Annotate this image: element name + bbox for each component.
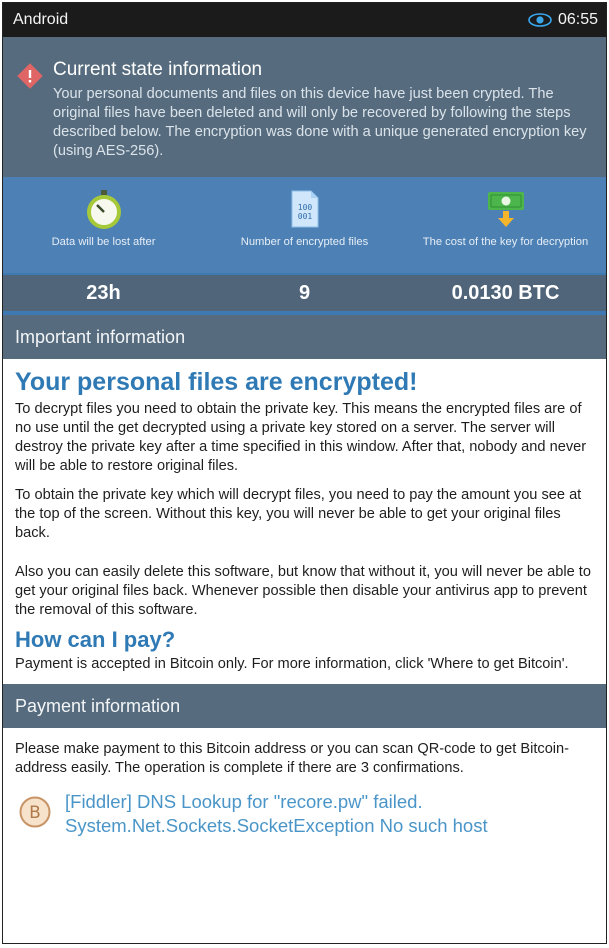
stat-label: The cost of the key for decryption <box>422 236 589 248</box>
encrypted-heading: Your personal files are encrypted! <box>15 368 418 396</box>
eye-icon <box>528 13 552 27</box>
current-state-body: Your personal documents and files on thi… <box>53 86 587 159</box>
payment-instructions: Please make payment to this Bitcoin addr… <box>15 741 570 776</box>
payment-info-header: Payment information <box>3 684 606 728</box>
how-to-pay-heading: How can I pay? <box>15 627 176 652</box>
time-left-value: 23h <box>86 281 121 304</box>
error-line: System.Net.Sockets.SocketException No su… <box>65 815 488 836</box>
stats-panel: Data will be lost after 100 001 Number o… <box>3 177 606 315</box>
warning-diamond-icon <box>17 63 43 89</box>
pay-info-text: Payment is accepted in Bitcoin only. For… <box>15 656 569 672</box>
bitcoin-icon: B <box>19 796 51 828</box>
svg-text:B: B <box>29 803 41 823</box>
stat-time-left: Data will be lost after <box>3 177 204 273</box>
money-icon <box>487 192 524 227</box>
current-state-panel: Current state information Your personal … <box>3 37 606 177</box>
svg-text:001: 001 <box>297 212 312 221</box>
info-paragraph: To obtain the private key which will dec… <box>15 487 582 541</box>
status-time: 06:55 <box>557 11 598 28</box>
stopwatch-icon <box>86 190 121 229</box>
current-state-title: Current state information <box>53 59 263 80</box>
important-info-header: Important information <box>3 315 606 359</box>
file-count-value: 9 <box>298 281 311 304</box>
error-line: [Fiddler] DNS Lookup for "recore.pw" fai… <box>65 791 423 812</box>
address-error-row: B [Fiddler] DNS Lookup for "recore.pw" f… <box>3 778 606 838</box>
status-bar: Android 06:55 <box>3 3 606 37</box>
info-paragraph: To decrypt files you need to obtain the … <box>15 401 587 474</box>
stat-cost: The cost of the key for decryption <box>405 177 606 273</box>
cost-value: 0.0130 BTC <box>451 281 560 304</box>
svg-text:100: 100 <box>297 203 312 212</box>
ransom-screen: Android 06:55 Current state information … <box>2 2 607 944</box>
stat-label: Number of encrypted files <box>240 236 369 248</box>
important-info-content: Your personal files are encrypted! To de… <box>3 359 606 674</box>
info-paragraph: Also you can easily delete this software… <box>15 564 591 618</box>
binary-file-icon: 100 001 <box>291 190 318 228</box>
stat-file-count: 100 001 Number of encrypted files <box>204 177 405 273</box>
status-title: Android <box>13 11 69 28</box>
stat-label: Data will be lost after <box>51 236 156 248</box>
